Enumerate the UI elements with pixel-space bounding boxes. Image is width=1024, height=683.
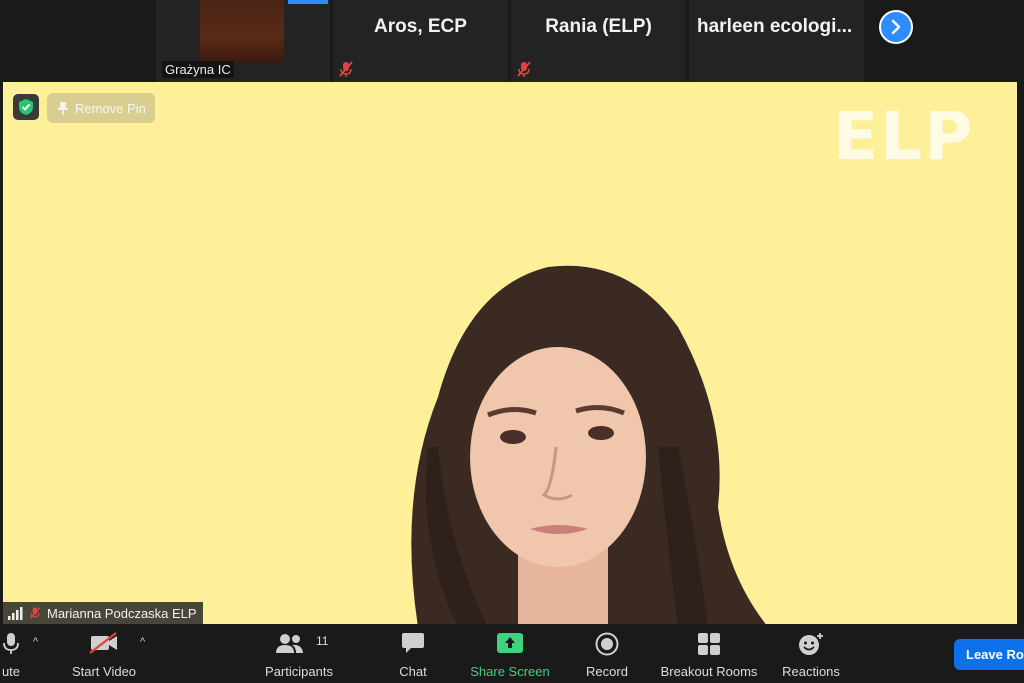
leave-room-button[interactable]: Leave Ro: [954, 639, 1024, 670]
chevron-right-icon: [891, 19, 901, 35]
record-label: Record: [586, 664, 628, 679]
mic-muted-icon: [29, 607, 41, 619]
reactions-button[interactable]: Reactions: [778, 624, 844, 683]
empty-tile: [0, 0, 156, 82]
speaker-name: Marianna Podczaska ELP: [47, 605, 197, 621]
video-off-icon: [89, 632, 117, 654]
participants-button[interactable]: 11 Participants: [256, 624, 342, 683]
meeting-toolbar: ute ^ Start Video ^ 11 Participants Chat: [0, 624, 1024, 683]
participant-name-label: Grażyna IC: [162, 61, 234, 78]
mic-muted-icon: [517, 61, 531, 77]
participant-name: Rania (ELP): [545, 16, 652, 37]
mute-button[interactable]: ute: [0, 624, 36, 683]
elp-watermark: ELP: [833, 98, 975, 175]
participant-name: harleen ecologi...: [697, 16, 853, 37]
remove-pin-button[interactable]: Remove Pin: [47, 93, 155, 123]
active-speaker-label: Marianna Podczaska ELP: [3, 602, 203, 624]
participant-name: Aros, ECP: [374, 16, 467, 37]
participant-strip: Grażyna IC Aros, ECP Rania (ELP) harleen…: [0, 0, 1024, 82]
remove-pin-label: Remove Pin: [75, 100, 146, 116]
chat-label: Chat: [399, 664, 427, 679]
chat-icon: [402, 633, 424, 653]
participant-tile-rania[interactable]: Rania (ELP): [511, 0, 686, 82]
mic-icon: [3, 633, 19, 654]
start-video-button[interactable]: Start Video: [66, 624, 142, 683]
mute-label: ute: [1, 664, 21, 679]
start-video-label: Start Video: [71, 664, 137, 679]
breakout-rooms-icon: [698, 633, 720, 655]
participants-count: 11: [316, 634, 329, 648]
active-indicator-bar: [288, 0, 328, 4]
participants-label: Participants: [265, 664, 333, 679]
breakout-rooms-button[interactable]: Breakout Rooms: [656, 624, 762, 683]
shield-icon: [19, 99, 33, 115]
participant-video-thumbnail: [200, 0, 284, 62]
pinned-video: Remove Pin ELP Marianna Podczaska ELP: [3, 82, 1017, 624]
participant-tile-grazyna[interactable]: Grażyna IC: [156, 0, 330, 82]
participant-tile-aros[interactable]: Aros, ECP: [333, 0, 508, 82]
share-screen-button[interactable]: Share Screen: [466, 624, 554, 683]
signal-icon: [8, 606, 23, 620]
participant-tile-harleen[interactable]: harleen ecologi...: [689, 0, 864, 82]
record-button[interactable]: Record: [580, 624, 634, 683]
record-icon: [595, 632, 619, 656]
security-shield-button[interactable]: [13, 94, 39, 120]
video-options-caret[interactable]: ^: [140, 636, 145, 648]
reactions-icon: [799, 633, 823, 655]
reactions-label: Reactions: [782, 664, 840, 679]
participant-person-image: [411, 265, 766, 624]
breakout-rooms-label: Breakout Rooms: [660, 664, 758, 679]
mic-muted-icon: [339, 61, 353, 77]
share-screen-label: Share Screen: [470, 664, 550, 679]
chat-button[interactable]: Chat: [388, 624, 438, 683]
participants-icon: [276, 634, 304, 653]
pin-icon: [58, 102, 68, 115]
share-screen-icon: [497, 633, 523, 653]
next-page-button[interactable]: [879, 10, 913, 44]
audio-options-caret[interactable]: ^: [33, 636, 38, 648]
